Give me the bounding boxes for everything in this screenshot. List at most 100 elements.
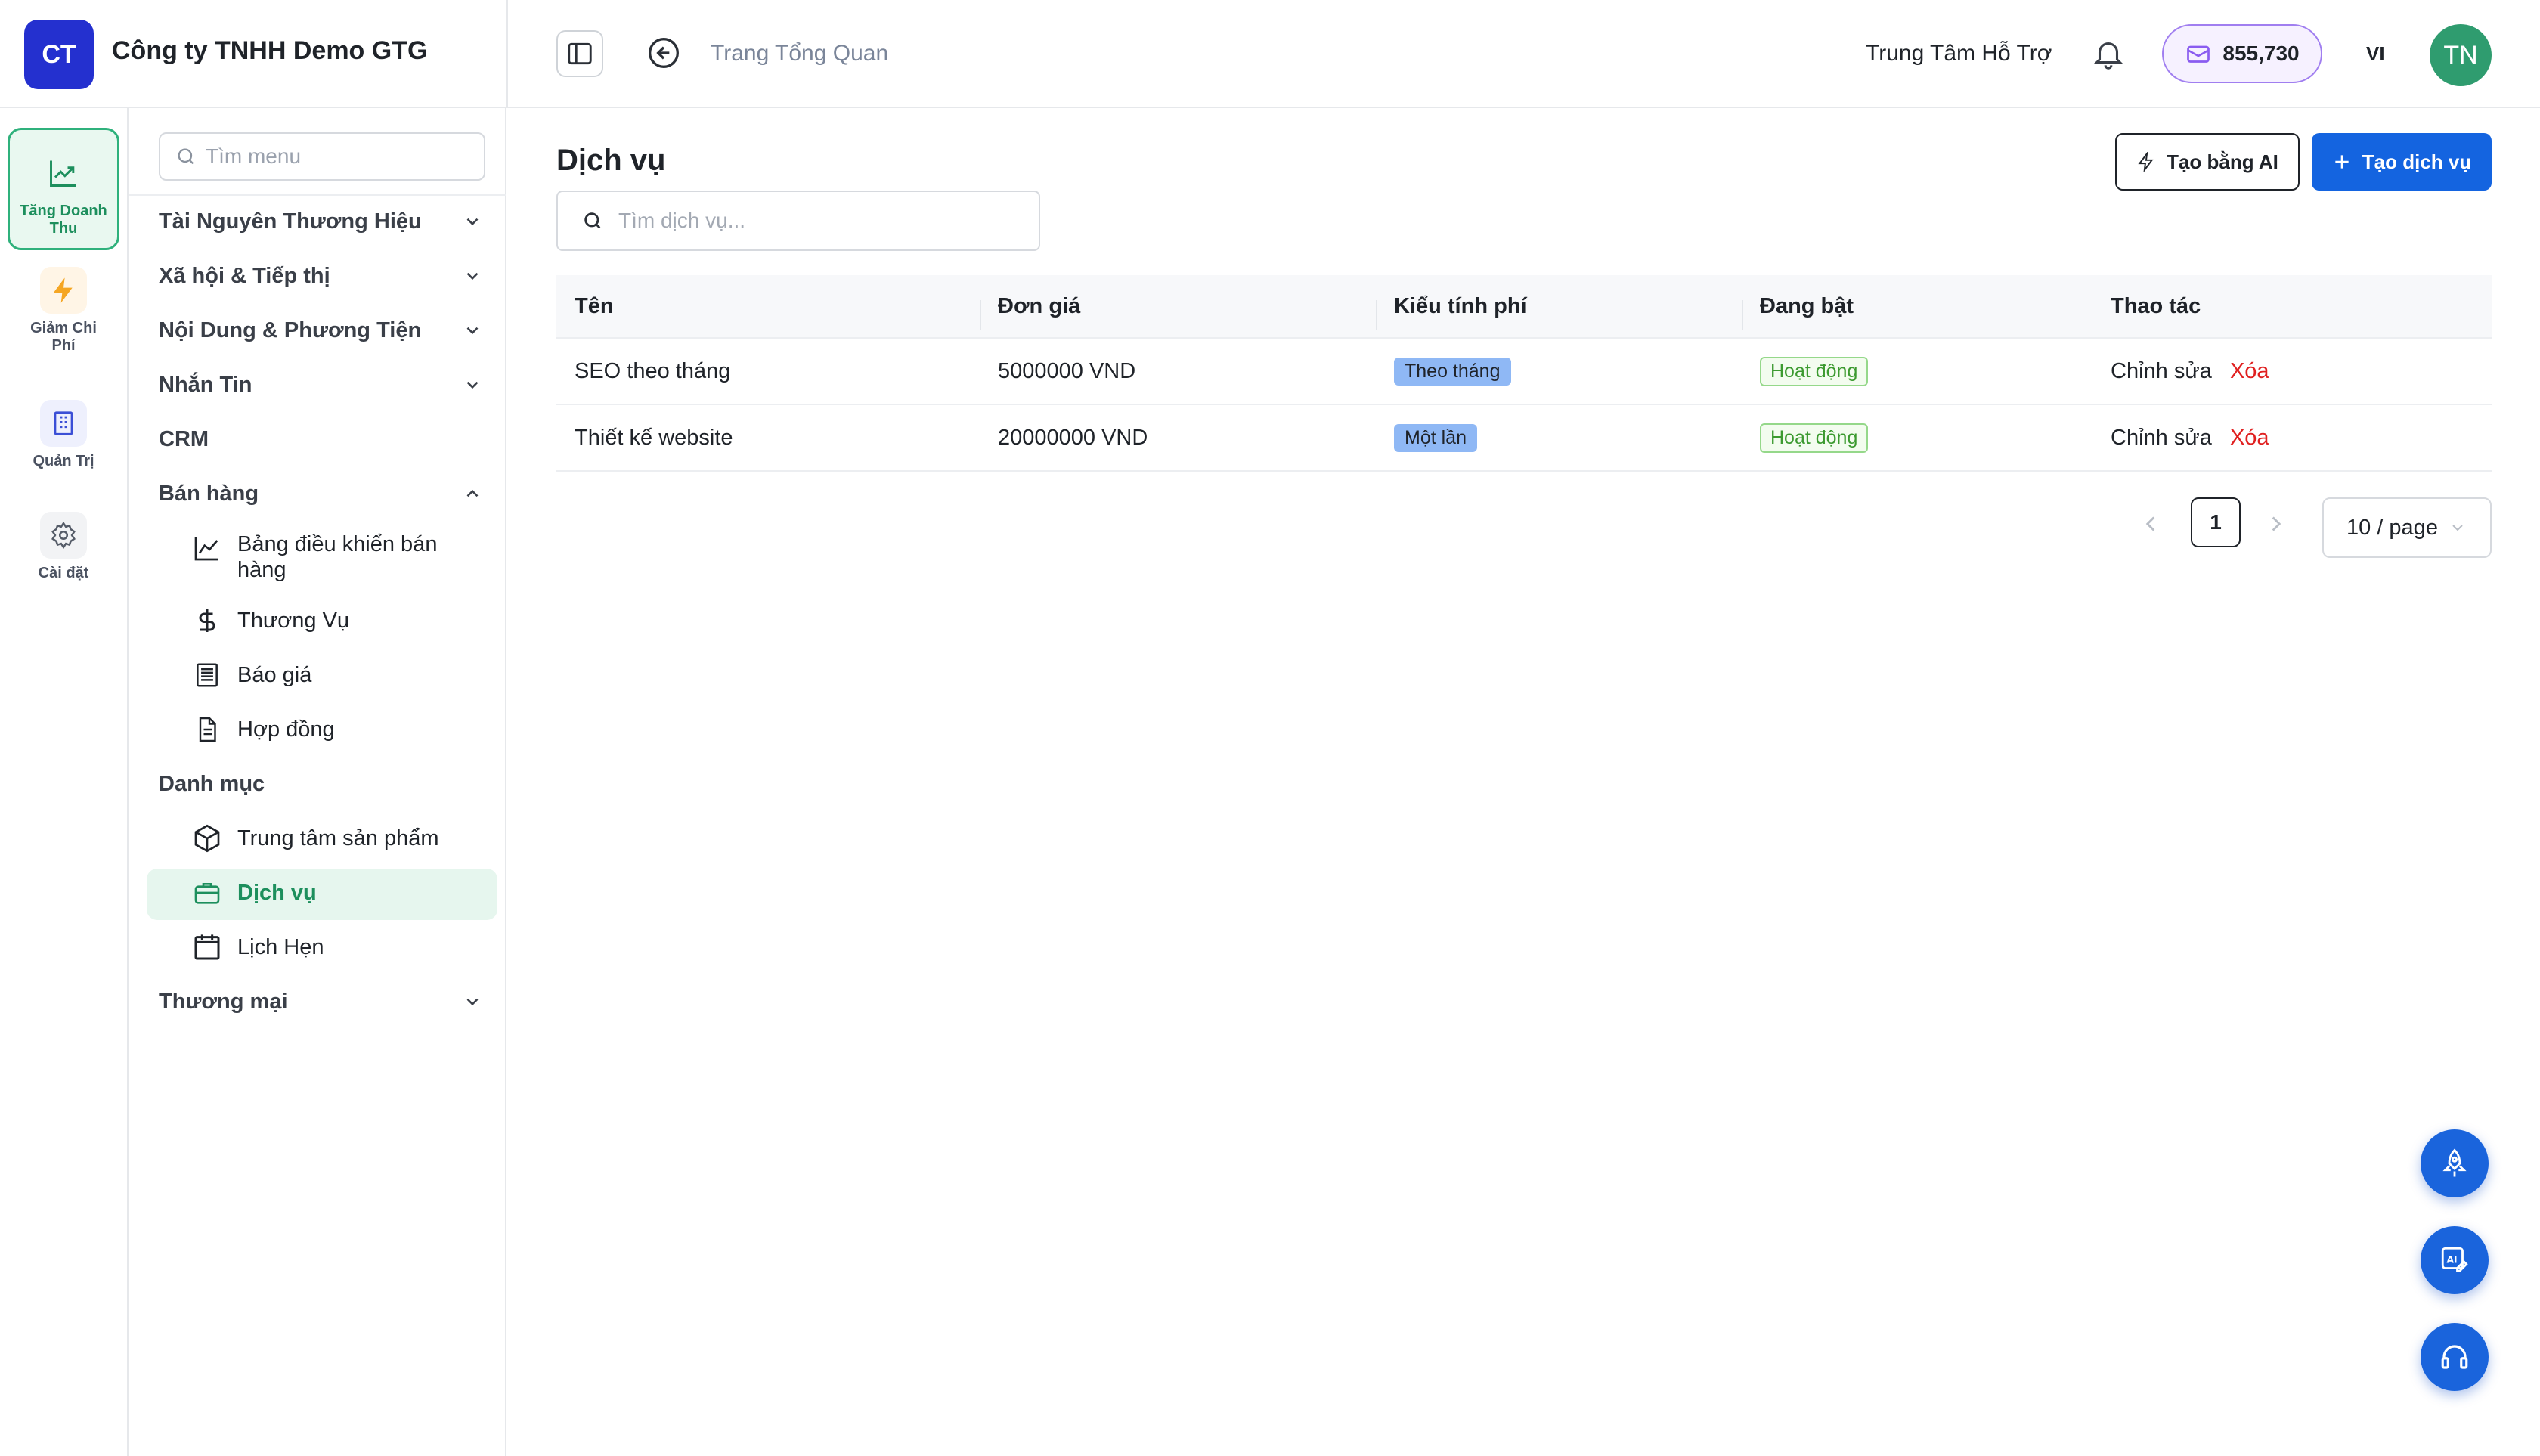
- rail-label: Thu: [49, 220, 78, 237]
- menu-group-sales[interactable]: Bán hàng: [159, 471, 482, 516]
- menu-item-label: Lịch Hẹn: [237, 935, 324, 959]
- sidebar-toggle-button[interactable]: [556, 30, 603, 77]
- rail-item-reduce-cost[interactable]: Giảm Chi Phí: [8, 267, 119, 355]
- table-row: Thiết kế website 20000000 VND Một lần Ho…: [556, 405, 2492, 472]
- service-price: 20000000 VND: [998, 425, 1148, 450]
- rail-label: Quản Trị: [33, 453, 94, 469]
- edit-link[interactable]: Chỉnh sửa: [2111, 359, 2212, 383]
- menu-group-label: Nhắn Tin: [159, 372, 252, 397]
- chevron-right-icon: [2272, 516, 2281, 531]
- billing-type-tag: Theo tháng: [1394, 357, 1511, 386]
- page-size-select[interactable]: 10 / page: [2322, 497, 2492, 558]
- service-name: SEO theo tháng: [575, 358, 731, 383]
- next-page-button[interactable]: [2263, 511, 2289, 537]
- company-logo[interactable]: CT: [24, 20, 94, 89]
- document-icon: [190, 713, 224, 746]
- ai-assistant-fab-button[interactable]: AI: [2421, 1226, 2489, 1294]
- menu-item-appointments[interactable]: Lịch Hẹn: [190, 931, 478, 964]
- breadcrumb[interactable]: Trang Tổng Quan: [711, 41, 888, 67]
- rail-item-increase-revenue[interactable]: Tăng Doanh Thu: [8, 128, 119, 250]
- menu-group-content-media[interactable]: Nội Dung & Phương Tiện: [159, 308, 482, 353]
- menu-item-label-block: Bảng điều khiển bán hàng: [237, 531, 437, 583]
- table-row: SEO theo tháng 5000000 VND Theo tháng Ho…: [556, 339, 2492, 405]
- delete-link[interactable]: Xóa: [2230, 359, 2269, 383]
- plus-icon: [2335, 155, 2349, 169]
- bell-icon: [2093, 42, 2123, 70]
- column-header-enabled[interactable]: Đang bật: [1742, 294, 2092, 330]
- menu-group-label: Tài Nguyên Thương Hiệu: [159, 209, 422, 234]
- header-divider: [506, 0, 508, 108]
- language-switcher[interactable]: VI: [2366, 42, 2385, 66]
- menu-item-product-center[interactable]: Trung tâm sản phẩm: [190, 822, 478, 855]
- menu-item-crm[interactable]: CRM: [159, 417, 482, 462]
- menu-item-label: hàng: [237, 558, 287, 582]
- support-center-link[interactable]: Trung Tâm Hỗ Trợ: [1866, 41, 2052, 67]
- column-header-price[interactable]: Đơn giá: [980, 294, 1376, 330]
- chevron-down-icon: [466, 272, 479, 280]
- search-placeholder: Tìm dịch vụ...: [618, 209, 746, 232]
- menu-group-label: Danh mục: [159, 771, 265, 796]
- menu-group-commerce[interactable]: Thương mại: [159, 979, 482, 1024]
- billing-type-tag: Một lần: [1394, 423, 1477, 452]
- delete-link[interactable]: Xóa: [2230, 426, 2269, 450]
- menu-item-contracts[interactable]: Hợp đồng: [190, 713, 478, 746]
- chevron-down-icon: [2452, 525, 2463, 531]
- menu-item-services[interactable]: Dịch vụ: [190, 876, 478, 909]
- credits-badge[interactable]: 855,730: [2162, 24, 2322, 83]
- company-name: Công ty TNHH Demo GTG: [112, 36, 428, 65]
- briefcase-icon: [190, 876, 224, 909]
- chevron-down-icon: [466, 998, 479, 1006]
- service-search-input[interactable]: Tìm dịch vụ...: [556, 191, 1040, 251]
- page-1-button[interactable]: 1: [2191, 497, 2241, 547]
- column-header-actions: Thao tác: [2111, 293, 2201, 318]
- user-avatar[interactable]: TN: [2430, 24, 2492, 86]
- rocket-icon: [2442, 1148, 2467, 1177]
- menu-item-label: Dịch vụ: [237, 881, 317, 905]
- rail-label: Giảm Chi: [30, 320, 97, 336]
- menu-group-label: Xã hội & Tiếp thị: [159, 263, 330, 288]
- sidebar-toggle-icon: [568, 42, 592, 65]
- menu-item-label: CRM: [159, 426, 209, 451]
- chevron-left-icon: [2145, 516, 2155, 531]
- menu-search-input[interactable]: Tìm menu: [159, 132, 485, 181]
- credits-value: 855,730: [2222, 42, 2300, 65]
- prev-page-button[interactable]: [2138, 511, 2164, 537]
- gear-icon: [40, 512, 87, 559]
- menu-item-label: Trung tâm sản phẩm: [237, 826, 439, 850]
- back-button[interactable]: [646, 35, 682, 71]
- create-with-ai-button[interactable]: Tạo bằng AI: [2115, 133, 2300, 191]
- menu-item-sales-dashboard[interactable]: Bảng điều khiển bán hàng: [190, 531, 478, 583]
- column-header-name[interactable]: Tên: [556, 294, 980, 319]
- top-header: CT Công ty TNHH Demo GTG Trang Tổng Quan…: [0, 0, 2540, 108]
- chevron-down-icon: [466, 218, 479, 226]
- rocket-fab-button[interactable]: [2421, 1129, 2489, 1197]
- line-chart-icon: [190, 531, 224, 565]
- menu-group-messages[interactable]: Nhắn Tin: [159, 362, 482, 407]
- edit-link[interactable]: Chỉnh sửa: [2111, 426, 2212, 450]
- create-service-button[interactable]: Tạo dịch vụ: [2312, 133, 2492, 191]
- menu-search-placeholder: Tìm menu: [206, 144, 302, 168]
- search-icon: [178, 148, 194, 165]
- menu-group-brand-resources[interactable]: Tài Nguyên Thương Hiệu: [159, 199, 482, 244]
- status-cell: Hoạt động: [1742, 423, 2092, 453]
- menu-group-social-marketing[interactable]: Xã hội & Tiếp thị: [159, 253, 482, 299]
- module-rail: Tăng Doanh Thu Giảm Chi Phí Quản Trị Cài…: [0, 108, 129, 1456]
- menu-group-label: Nội Dung & Phương Tiện: [159, 318, 422, 342]
- rail-item-admin[interactable]: Quản Trị: [8, 400, 119, 470]
- chevron-down-icon: [466, 381, 479, 389]
- button-label: Tạo dịch vụ: [2362, 150, 2472, 173]
- rail-label: Phí: [51, 337, 76, 354]
- notification-button[interactable]: [2091, 36, 2126, 71]
- rail-item-settings[interactable]: Cài đặt: [8, 512, 119, 582]
- actions-cell: Chỉnh sửa Xóa: [2092, 426, 2492, 451]
- menu-group-label: Bán hàng: [159, 481, 259, 506]
- column-header-billing-type[interactable]: Kiểu tính phí: [1376, 294, 1742, 330]
- menu-item-deals[interactable]: Thương Vụ: [190, 604, 478, 637]
- sidebar-menu: Tìm menu Tài Nguyên Thương Hiệu Xã hội &…: [129, 108, 506, 1456]
- menu-item-label: Bảng điều khiển bán: [237, 532, 438, 556]
- menu-item-quotes[interactable]: Báo giá: [190, 658, 478, 692]
- status-cell: Hoạt động: [1742, 356, 2092, 386]
- page-size-value: 10 / page: [2346, 515, 2438, 540]
- support-fab-button[interactable]: [2421, 1323, 2489, 1391]
- service-name: Thiết kế website: [575, 425, 733, 450]
